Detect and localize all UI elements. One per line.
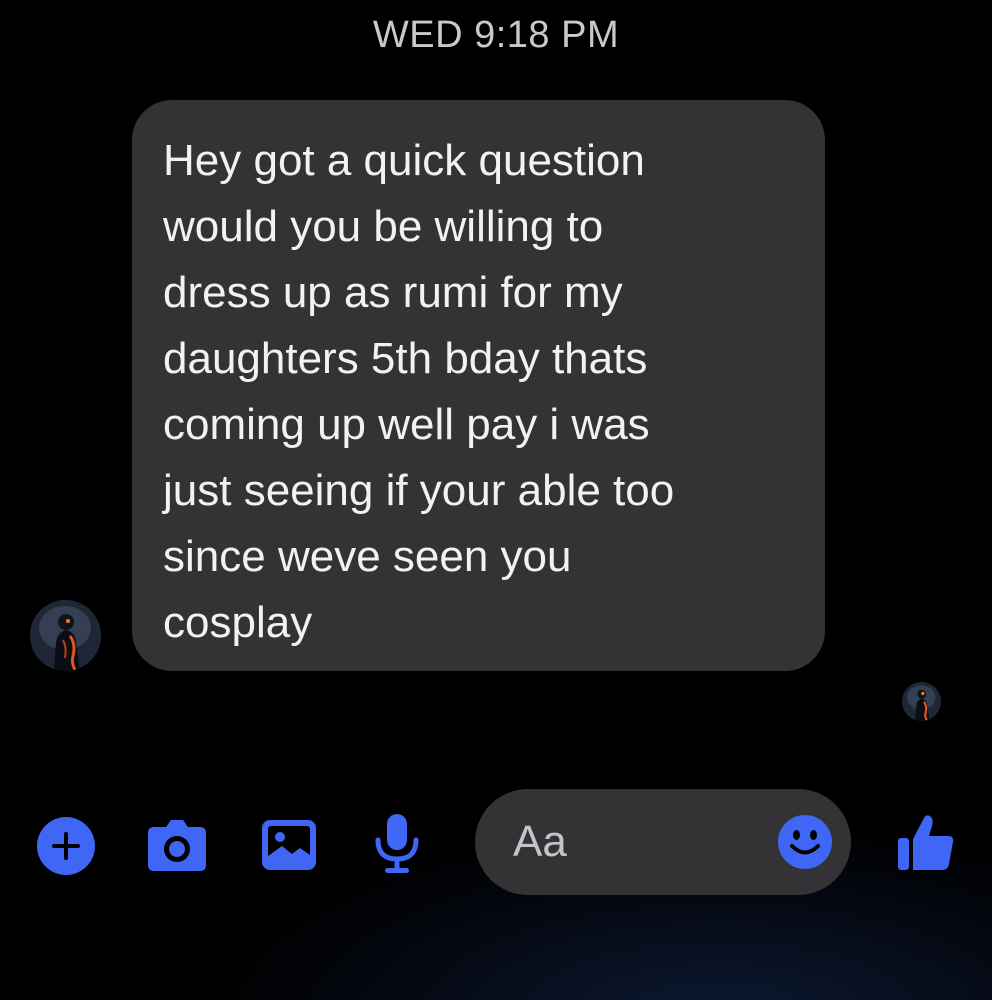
message-timestamp: WED 9:18 PM [372,14,620,56]
image-icon[interactable] [260,818,318,872]
received-message-bubble[interactable]: Hey got a quick question would you be wi… [132,100,825,671]
message-line: Hey got a quick question [163,136,645,185]
plus-icon[interactable] [37,817,95,875]
message-line: daughters 5th bday thats [163,334,648,383]
read-receipt-avatar [902,682,941,721]
smiley-icon[interactable] [777,814,833,870]
message-line: would you be willing to [163,202,604,251]
message-line: dress up as rumi for my [163,268,623,317]
message-line: cosplay [163,598,313,647]
thumbs-up-icon[interactable] [896,812,956,872]
camera-icon[interactable] [146,817,208,873]
message-input[interactable] [513,811,763,873]
message-input-container[interactable] [475,789,851,895]
message-line: coming up well pay i was [163,400,650,449]
sender-avatar[interactable] [30,600,101,671]
microphone-icon[interactable] [373,812,421,876]
message-line: since weve seen you [163,532,572,581]
message-line: just seeing if your able too [163,466,675,515]
